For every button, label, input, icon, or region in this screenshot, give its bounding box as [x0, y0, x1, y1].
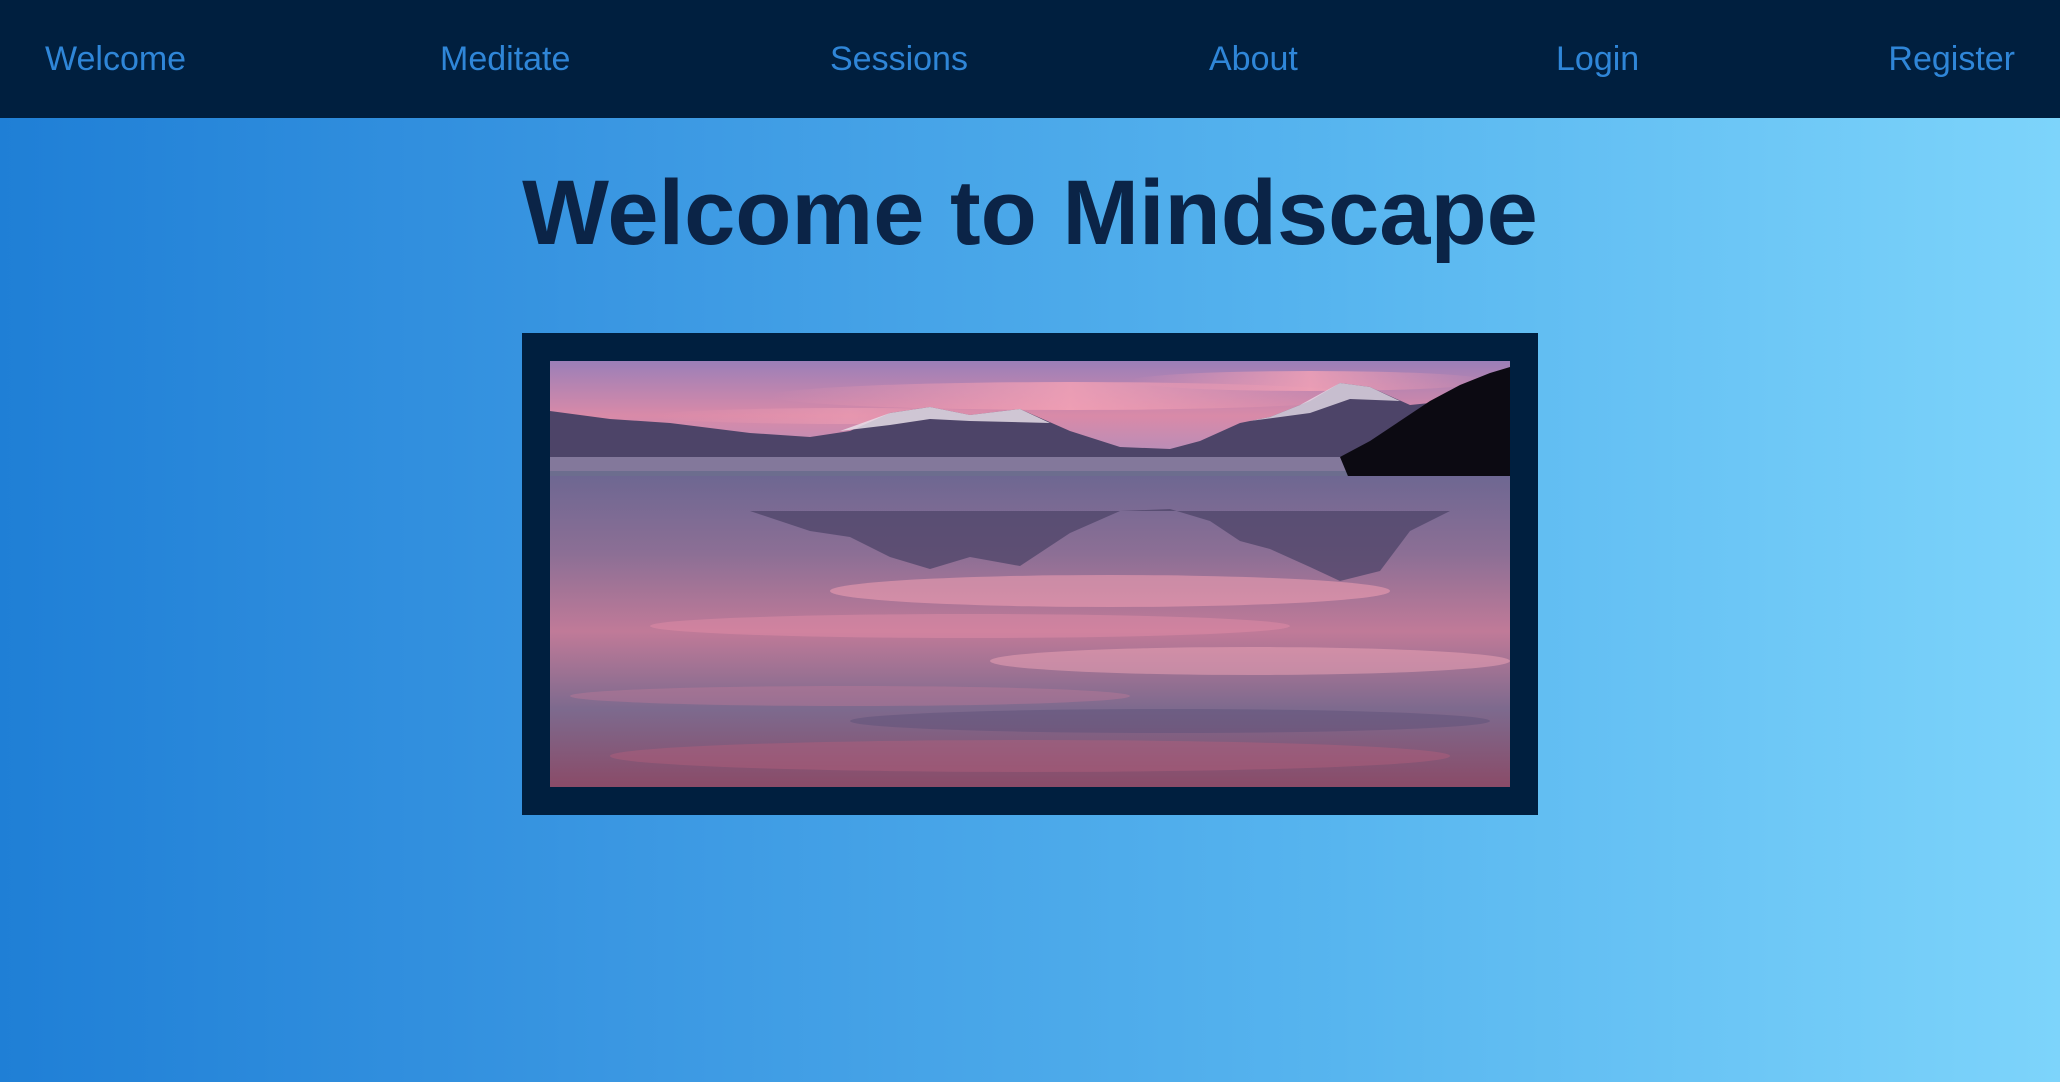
page-title: Welcome to Mindscape	[522, 162, 1538, 264]
nav-link-login[interactable]: Login	[1556, 0, 1639, 118]
nav-link-welcome[interactable]: Welcome	[45, 0, 186, 118]
nav-link-register[interactable]: Register	[1888, 0, 2015, 118]
hero-image	[550, 361, 1510, 787]
top-navbar: Welcome Meditate Sessions About Login Re…	[0, 0, 2060, 118]
nav-link-sessions[interactable]: Sessions	[830, 0, 968, 118]
nav-link-about[interactable]: About	[1209, 0, 1298, 118]
hero-image-frame	[522, 333, 1538, 815]
nav-link-meditate[interactable]: Meditate	[440, 0, 570, 118]
